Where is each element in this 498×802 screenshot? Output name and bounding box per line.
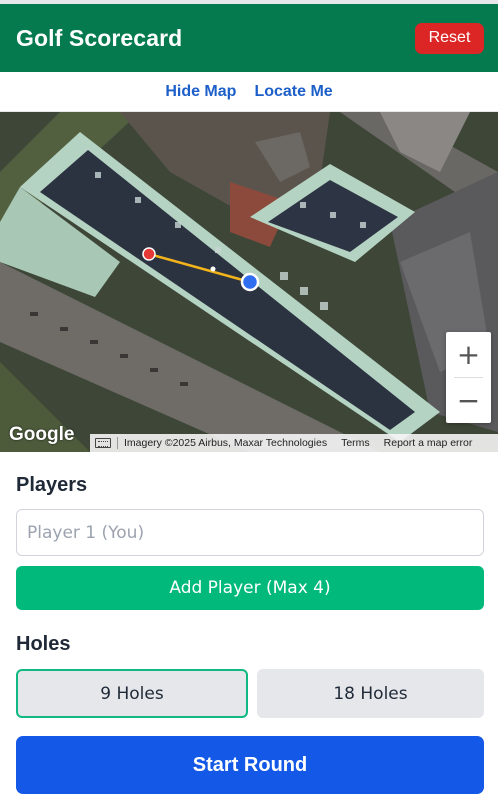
zoom-out-button[interactable]: − — [446, 378, 491, 423]
map-attribution: Imagery ©2025 Airbus, Maxar Technologies… — [90, 434, 498, 452]
app-header: Golf Scorecard Reset — [0, 4, 498, 72]
satellite-imagery — [0, 112, 498, 452]
start-round-button[interactable]: Start Round — [16, 736, 484, 794]
terms-link[interactable]: Terms — [341, 437, 370, 449]
players-heading: Players — [16, 474, 88, 496]
google-logo: Google — [9, 424, 75, 445]
eighteen-holes-button[interactable]: 18 Holes — [257, 669, 484, 718]
reset-button[interactable]: Reset — [415, 22, 484, 54]
attribution-divider — [117, 437, 118, 449]
locate-me-link[interactable]: Locate Me — [254, 83, 332, 101]
holes-heading: Holes — [16, 633, 71, 655]
zoom-in-button[interactable]: + — [446, 332, 491, 377]
player-name-input[interactable]: Player 1 (You) — [16, 509, 484, 556]
zoom-control: + − — [446, 332, 491, 423]
add-player-button[interactable]: Add Player (Max 4) — [16, 566, 484, 610]
map-links: Hide Map Locate Me — [0, 72, 498, 112]
imagery-credit: Imagery ©2025 Airbus, Maxar Technologies — [124, 437, 328, 449]
report-error-link[interactable]: Report a map error — [384, 437, 473, 449]
hide-map-link[interactable]: Hide Map — [165, 83, 236, 101]
app-title: Golf Scorecard — [16, 24, 183, 51]
nine-holes-button[interactable]: 9 Holes — [16, 669, 248, 718]
keyboard-icon[interactable] — [95, 438, 111, 448]
satellite-map[interactable] — [0, 112, 498, 452]
